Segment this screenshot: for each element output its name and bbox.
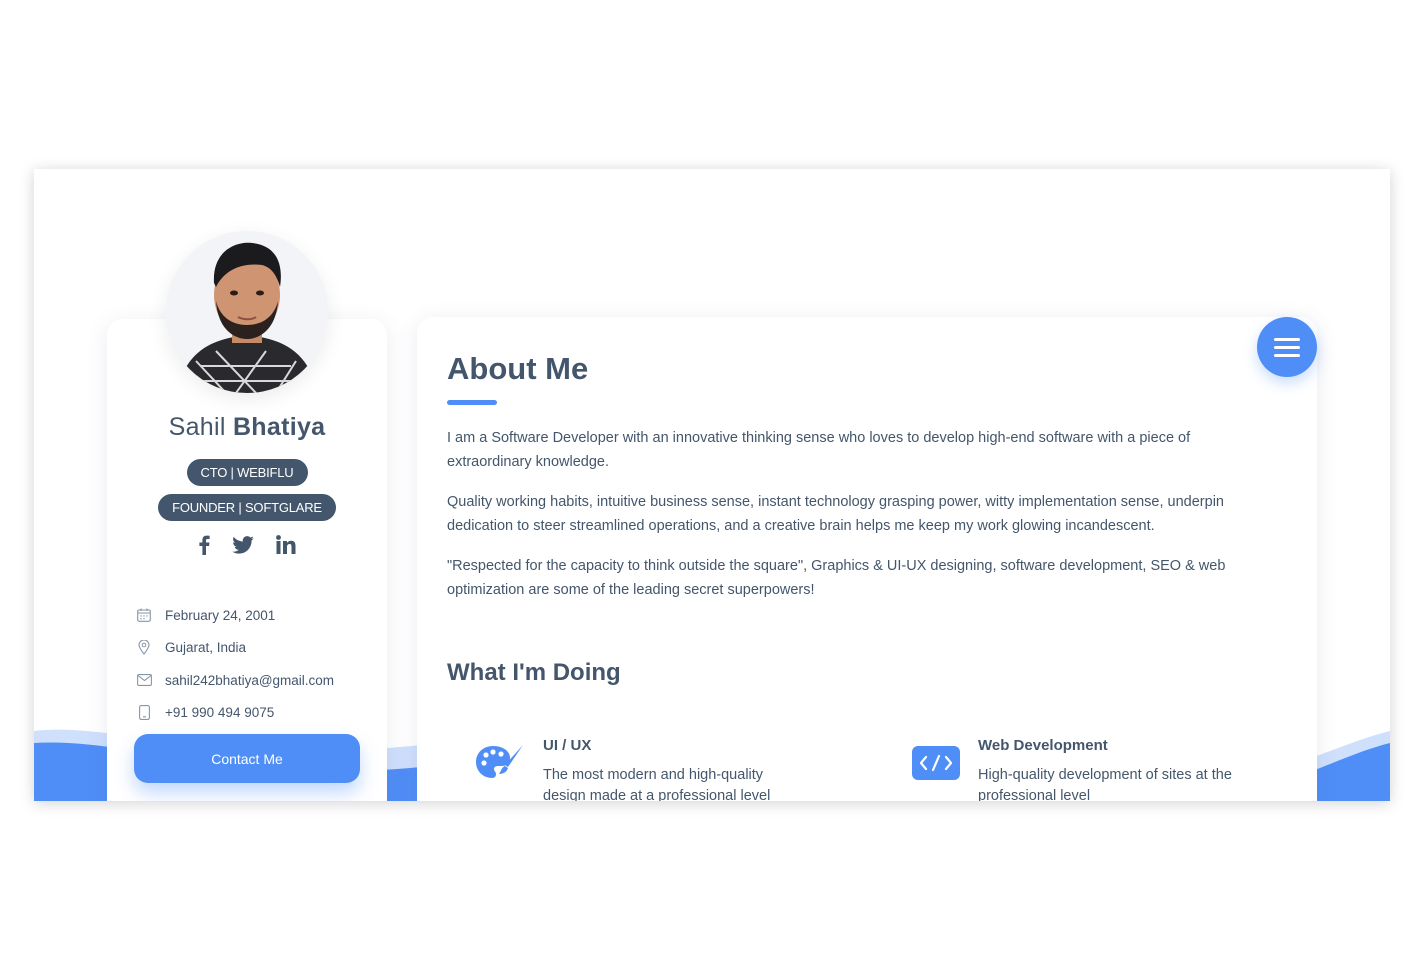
role-badge: FOUNDER | SOFTGLARE xyxy=(107,494,387,521)
phone-icon xyxy=(134,705,154,721)
service-title: Web Development xyxy=(978,737,1108,754)
email-text[interactable]: sahil242bhatiya@gmail.com xyxy=(165,673,334,688)
info-birthday: February 24, 2001 xyxy=(134,599,384,632)
last-name: Bhatiya xyxy=(232,413,326,441)
about-paragraph: I am a Software Developer with an innova… xyxy=(447,430,1191,470)
twitter-icon[interactable] xyxy=(232,535,254,554)
palette-icon xyxy=(475,743,525,783)
info-email[interactable]: sahil242bhatiya@gmail.com xyxy=(134,664,384,697)
social-links xyxy=(107,533,387,556)
profile-name: Sahil Bhatiya xyxy=(107,413,387,442)
about-paragraph: Quality working habits, intuitive busine… xyxy=(447,494,1224,534)
page-frame: Sahil Bhatiya CTO | WEBIFLU FOUNDER | SO… xyxy=(34,169,1390,801)
birthday-text: February 24, 2001 xyxy=(165,607,276,623)
doing-title: What I'm Doing xyxy=(447,659,621,686)
info-location: Gujarat, India xyxy=(134,632,384,665)
about-paragraph: "Respected for the capacity to think out… xyxy=(447,558,1226,598)
hamburger-icon xyxy=(1274,333,1300,362)
service-description: The most modern and high-quality design … xyxy=(543,767,771,801)
avatar xyxy=(166,231,328,393)
role-badge-label: FOUNDER | SOFTGLARE xyxy=(158,494,336,521)
mail-icon xyxy=(134,672,154,688)
role-badge: CTO | WEBIFLU xyxy=(107,459,387,486)
location-pin-icon xyxy=(134,640,154,656)
info-phone[interactable]: +91 990 494 9075 xyxy=(134,697,384,730)
about-title: About Me xyxy=(447,351,589,386)
facebook-icon[interactable] xyxy=(198,535,211,555)
menu-button[interactable] xyxy=(1257,317,1317,377)
calendar-icon xyxy=(134,607,154,623)
role-badge-label: CTO | WEBIFLU xyxy=(186,459,308,486)
phone-text[interactable]: +91 990 494 9075 xyxy=(165,705,274,720)
first-name: Sahil xyxy=(168,413,226,441)
service-description: High-quality development of sites at the… xyxy=(978,767,1232,801)
service-title: UI / UX xyxy=(543,737,592,754)
contact-info-list: February 24, 2001 Gujarat, India sahil24… xyxy=(134,599,384,729)
contact-me-button[interactable]: Contact Me xyxy=(134,734,360,783)
linkedin-icon[interactable] xyxy=(275,535,296,555)
code-icon xyxy=(910,743,960,783)
location-text: Gujarat, India xyxy=(165,640,247,656)
title-underline xyxy=(447,400,497,405)
